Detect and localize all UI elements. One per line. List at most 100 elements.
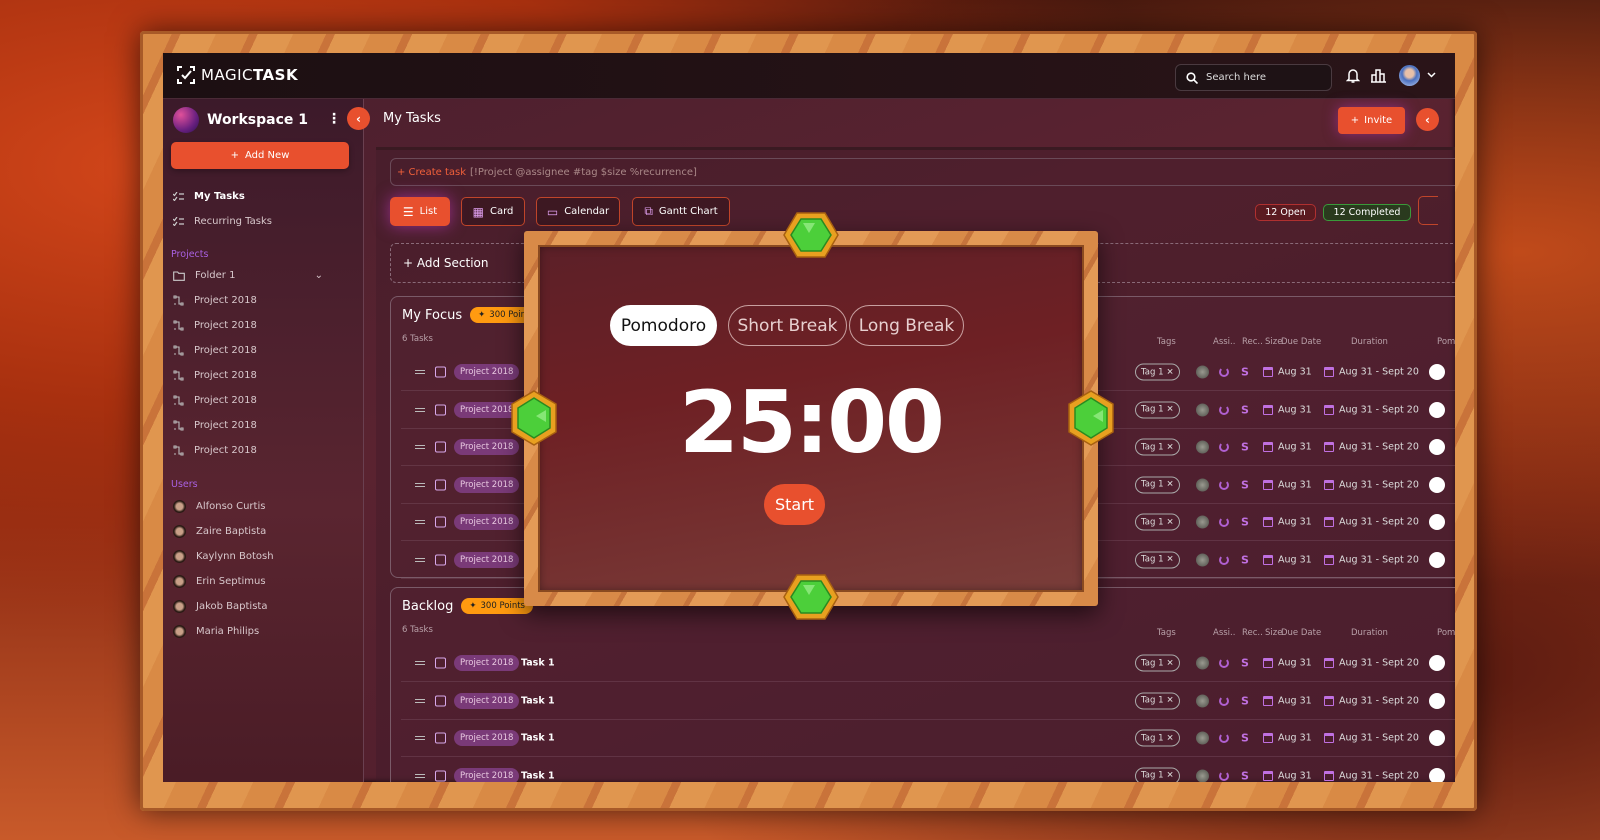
more-vertical-icon[interactable]: ⋮: [327, 111, 341, 127]
duration[interactable]: Aug 31 - Sept 20: [1339, 770, 1419, 781]
project-tag[interactable]: Project 2018: [454, 364, 520, 380]
size-value[interactable]: S: [1241, 516, 1249, 529]
project-tag[interactable]: Project 2018: [454, 655, 520, 671]
sidebar-user[interactable]: Zaire Baptista: [173, 525, 266, 538]
sidebar-user[interactable]: Jakob Baptista: [173, 600, 267, 613]
due-date[interactable]: Aug 31: [1278, 733, 1312, 744]
drag-handle-icon[interactable]: [415, 482, 425, 487]
avatar[interactable]: [1399, 65, 1420, 86]
sidebar-project[interactable]: Project 2018: [173, 295, 257, 306]
close-icon[interactable]: ✕: [1167, 442, 1174, 452]
task-checkbox[interactable]: [435, 770, 446, 781]
due-date[interactable]: Aug 31: [1278, 404, 1312, 415]
task-checkbox[interactable]: [435, 441, 446, 453]
task-checkbox[interactable]: [435, 695, 446, 706]
task-name[interactable]: Task 1: [521, 695, 555, 706]
sidebar-item-my-tasks[interactable]: My Tasks: [173, 191, 245, 202]
task-checkbox[interactable]: [435, 404, 446, 415]
sidebar-item-recurring-tasks[interactable]: Recurring Tasks: [173, 216, 272, 227]
table-row[interactable]: Project 2018 Task 1 Tag 1 ✕ S Aug 31 Aug …: [401, 758, 1455, 782]
task-checkbox[interactable]: [435, 366, 446, 378]
size-value[interactable]: S: [1241, 478, 1249, 491]
assignee-avatar[interactable]: [1196, 656, 1209, 670]
recurrence-icon[interactable]: [1219, 770, 1229, 781]
recurrence-icon[interactable]: [1219, 695, 1229, 706]
task-checkbox[interactable]: [435, 732, 446, 744]
drag-handle-icon[interactable]: [415, 698, 425, 703]
size-value[interactable]: S: [1241, 366, 1249, 379]
tag-chip[interactable]: Tag 1 ✕: [1135, 692, 1180, 709]
drag-handle-icon[interactable]: [415, 773, 425, 778]
project-tag[interactable]: Project 2018: [454, 476, 520, 493]
sidebar-folder[interactable]: Folder 1 ⌄: [173, 270, 323, 281]
tag-chip[interactable]: Tag 1 ✕: [1135, 363, 1180, 381]
project-tag[interactable]: Project 2018: [454, 767, 520, 782]
open-count-badge[interactable]: 12 Open: [1255, 204, 1316, 221]
close-icon[interactable]: ✕: [1167, 517, 1174, 527]
search-input[interactable]: Search here: [1175, 64, 1332, 91]
due-date[interactable]: Aug 31: [1278, 695, 1312, 706]
task-checkbox[interactable]: [435, 657, 446, 669]
completed-count-badge[interactable]: 12 Completed: [1323, 204, 1411, 221]
due-date[interactable]: Aug 31: [1278, 554, 1312, 565]
tag-chip[interactable]: Tag 1 ✕: [1135, 438, 1180, 456]
close-icon[interactable]: ✕: [1167, 405, 1174, 415]
recurrence-icon[interactable]: [1219, 367, 1229, 377]
pomodoro-button[interactable]: [1429, 439, 1445, 455]
due-date[interactable]: Aug 31: [1278, 658, 1312, 669]
drag-handle-icon[interactable]: [415, 407, 425, 412]
pomodoro-button[interactable]: [1429, 551, 1445, 568]
duration[interactable]: Aug 31 - Sept 20: [1339, 517, 1419, 528]
view-card-button[interactable]: ▦ Card: [461, 197, 525, 226]
sidebar-user[interactable]: Kaylynn Botosh: [173, 550, 274, 563]
chevron-down-icon[interactable]: [1427, 72, 1436, 78]
sidebar-project[interactable]: Project 2018: [173, 395, 257, 406]
due-date[interactable]: Aug 31: [1278, 770, 1312, 781]
recurrence-icon[interactable]: [1219, 733, 1229, 743]
chevron-down-icon[interactable]: ⌄: [315, 270, 323, 281]
pomodoro-button[interactable]: [1429, 655, 1445, 671]
pomodoro-button[interactable]: [1429, 401, 1445, 418]
assignee-avatar[interactable]: [1196, 553, 1209, 566]
assignee-avatar[interactable]: [1196, 515, 1209, 529]
size-value[interactable]: S: [1241, 694, 1249, 707]
duration[interactable]: Aug 31 - Sept 20: [1339, 658, 1419, 669]
more-button[interactable]: [1418, 196, 1438, 225]
drag-handle-icon[interactable]: [415, 661, 425, 665]
sidebar-project[interactable]: Project 2018: [173, 320, 257, 331]
duration[interactable]: Aug 31 - Sept 20: [1339, 695, 1419, 706]
assignee-avatar[interactable]: [1196, 403, 1209, 416]
sidebar-project[interactable]: Project 2018: [173, 445, 257, 456]
close-icon[interactable]: ✕: [1167, 696, 1174, 706]
tag-chip[interactable]: Tag 1 ✕: [1135, 551, 1180, 568]
sidebar-project[interactable]: Project 2018: [173, 370, 257, 381]
collapse-sidebar-button[interactable]: ‹: [347, 107, 370, 130]
pomodoro-button[interactable]: [1429, 476, 1445, 493]
assignee-avatar[interactable]: [1196, 731, 1209, 745]
sidebar-user[interactable]: Erin Septimus: [173, 575, 266, 588]
project-tag[interactable]: Project 2018: [454, 551, 520, 568]
table-row[interactable]: Project 2018 Task 1 Tag 1 ✕ S Aug 31 Aug …: [401, 720, 1455, 757]
recurrence-icon[interactable]: [1219, 554, 1229, 565]
drag-handle-icon[interactable]: [415, 736, 425, 740]
duration[interactable]: Aug 31 - Sept 20: [1339, 479, 1419, 490]
table-row[interactable]: Project 2018 Task 1 Tag 1 ✕ S Aug 31 Aug …: [401, 645, 1455, 682]
task-name[interactable]: Task 1: [521, 733, 555, 744]
chart-icon[interactable]: [1371, 68, 1386, 83]
mode-long-break-tab[interactable]: Long Break: [849, 305, 964, 346]
size-value[interactable]: S: [1241, 553, 1249, 566]
duration[interactable]: Aug 31 - Sept 20: [1339, 367, 1419, 378]
close-icon[interactable]: ✕: [1167, 480, 1174, 490]
duration[interactable]: Aug 31 - Sept 20: [1339, 554, 1419, 565]
task-checkbox[interactable]: [435, 516, 446, 528]
recurrence-icon[interactable]: [1219, 442, 1229, 452]
assignee-avatar[interactable]: [1196, 440, 1209, 454]
due-date[interactable]: Aug 31: [1278, 479, 1312, 490]
pomodoro-button[interactable]: [1429, 364, 1445, 380]
task-name[interactable]: Task 1: [521, 658, 555, 669]
close-icon[interactable]: ✕: [1167, 733, 1174, 743]
close-icon[interactable]: ✕: [1167, 658, 1174, 668]
view-calendar-button[interactable]: ▭ Calendar: [536, 197, 620, 226]
tag-chip[interactable]: Tag 1 ✕: [1135, 401, 1180, 418]
bell-icon[interactable]: [1346, 68, 1360, 84]
